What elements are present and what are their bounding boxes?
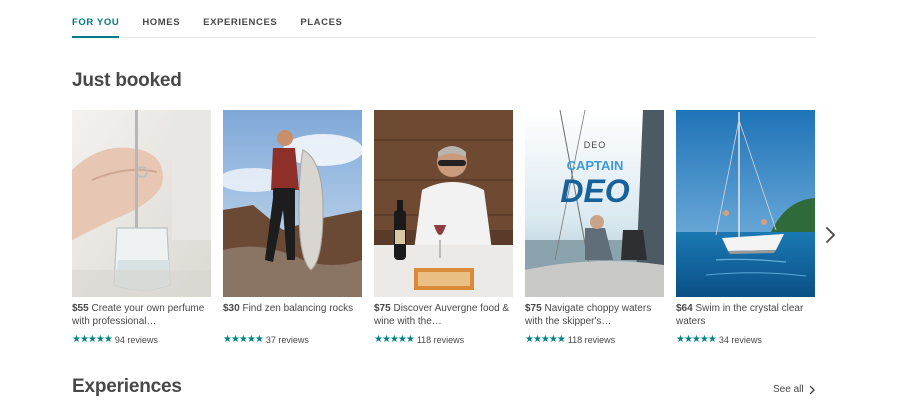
card-rocks[interactable]: $30 Find zen balancing rocks ★★★★★ 37 rev… — [223, 110, 362, 345]
card-text: $75 Navigate choppy waters with the skip… — [525, 303, 664, 328]
just-booked-heading: Just booked — [72, 70, 182, 91]
card-image-perfume — [72, 110, 211, 297]
carousel-next-chevron-icon[interactable] — [822, 225, 838, 245]
tab-places[interactable]: PLACES — [300, 0, 342, 38]
star-rating-icon: ★★★★★ — [676, 334, 717, 345]
card-title: Create your own perfume with professiona… — [72, 303, 205, 327]
card-sailing[interactable]: DEO CAPTAIN DEO $75 Navigate choppy wate… — [525, 110, 664, 345]
experiences-heading: Experiences — [72, 376, 182, 397]
tab-experiences[interactable]: EXPERIENCES — [203, 0, 277, 38]
card-reviews: 118 reviews — [416, 334, 465, 345]
card-title: Find zen balancing rocks — [242, 303, 354, 314]
captain-logo-text: CAPTAIN — [567, 158, 624, 173]
card-title: Navigate choppy waters with the skipper'… — [525, 303, 652, 327]
card-image-rocks — [223, 110, 362, 297]
card-rating: ★★★★★ 34 reviews — [676, 334, 815, 345]
card-text: $30 Find zen balancing rocks — [223, 303, 362, 328]
card-text: $55 Create your own perfume with profess… — [72, 303, 211, 328]
card-rating: ★★★★★ 37 reviews — [223, 334, 362, 345]
tab-homes[interactable]: HOMES — [142, 0, 180, 38]
card-reviews: 34 reviews — [718, 334, 762, 345]
card-perfume[interactable]: $55 Create your own perfume with profess… — [72, 110, 211, 345]
star-rating-icon: ★★★★★ — [525, 334, 566, 345]
card-image-wine — [374, 110, 513, 297]
card-reviews: 118 reviews — [567, 334, 616, 345]
card-price: $30 — [223, 303, 240, 314]
card-reviews: 94 reviews — [114, 334, 158, 345]
card-wine[interactable]: $75 Discover Auvergne food & wine with t… — [374, 110, 513, 345]
card-image-sailing: DEO CAPTAIN DEO — [525, 110, 664, 297]
deo-logo-text: DEO — [584, 140, 607, 150]
card-text: $64 Swim in the crystal clear waters — [676, 303, 815, 328]
card-text: $75 Discover Auvergne food & wine with t… — [374, 303, 513, 328]
card-swim[interactable]: $64 Swim in the crystal clear waters ★★★… — [676, 110, 815, 345]
star-rating-icon: ★★★★★ — [72, 334, 113, 345]
card-price: $75 — [525, 303, 542, 314]
card-image-swim — [676, 110, 815, 297]
deo-big-logo-text: DEO — [560, 173, 629, 209]
star-rating-icon: ★★★★★ — [374, 334, 415, 345]
card-reviews: 37 reviews — [265, 334, 309, 345]
card-rating: ★★★★★ 94 reviews — [72, 334, 211, 345]
chevron-right-icon — [809, 385, 815, 394]
card-price: $75 — [374, 303, 391, 314]
card-title: Discover Auvergne food & wine with the… — [374, 303, 510, 327]
card-price: $55 — [72, 303, 89, 314]
see-all-link[interactable]: See all — [773, 384, 816, 395]
card-title: Swim in the crystal clear waters — [676, 303, 804, 327]
card-rating: ★★★★★ 118 reviews — [374, 334, 513, 345]
tab-for-you[interactable]: FOR YOU — [72, 0, 120, 38]
card-price: $64 — [676, 303, 693, 314]
star-rating-icon: ★★★★★ — [223, 334, 264, 345]
top-tab-bar: FOR YOU HOMES EXPERIENCES PLACES — [72, 0, 816, 38]
card-rating: ★★★★★ 118 reviews — [525, 334, 664, 345]
see-all-label: See all — [773, 384, 804, 395]
